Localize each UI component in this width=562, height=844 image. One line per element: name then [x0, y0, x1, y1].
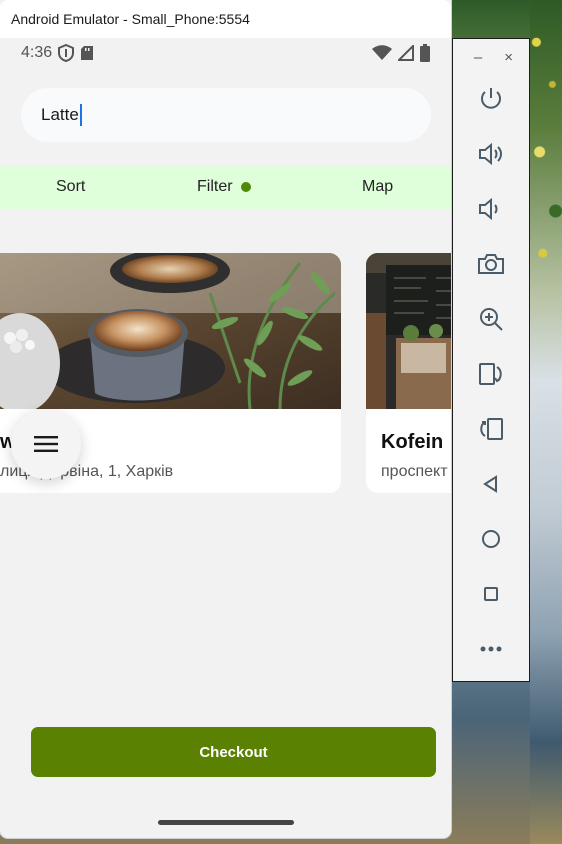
power-icon — [481, 88, 501, 109]
battery-icon — [420, 44, 430, 62]
checkout-button[interactable]: Checkout — [31, 727, 436, 777]
sort-filter-toolbar: Sort Filter Map — [0, 165, 451, 209]
sd-card-icon — [81, 46, 94, 60]
hamburger-menu-icon — [34, 436, 58, 452]
home-button[interactable] — [471, 519, 511, 559]
shield-icon — [58, 44, 75, 62]
volume-up-icon — [479, 142, 502, 166]
zoom-button[interactable] — [471, 299, 511, 339]
emulator-controls-panel: – × — [452, 38, 530, 682]
map-label: Map — [362, 178, 394, 195]
back-icon — [483, 475, 497, 493]
back-button[interactable] — [471, 464, 511, 504]
screenshot-button[interactable] — [471, 244, 511, 284]
cafe-photo — [366, 253, 451, 409]
rotate-left-button[interactable] — [471, 354, 511, 394]
volume-down-button[interactable] — [471, 189, 511, 229]
cafe-photo — [0, 253, 341, 409]
overview-icon — [484, 587, 498, 601]
zoom-icon — [480, 308, 503, 331]
rotate-right-icon — [480, 418, 503, 440]
map-button[interactable]: Map — [362, 178, 393, 196]
filter-button[interactable]: Filter — [197, 178, 251, 196]
volume-up-button[interactable] — [471, 134, 511, 174]
window-titlebar[interactable]: Android Emulator - Small_Phone:5554 — [0, 0, 451, 38]
window-title: Android Emulator - Small_Phone:5554 — [11, 11, 250, 27]
search-input-value: Latte — [41, 105, 79, 124]
android-status-bar: 4:36 — [0, 38, 451, 68]
cafe-card-title: Kofein — [381, 431, 444, 453]
more-button[interactable] — [471, 629, 511, 669]
minimize-button[interactable]: – — [474, 49, 482, 66]
wifi-icon — [372, 45, 392, 60]
filter-label: Filter — [197, 178, 233, 195]
camera-icon — [478, 254, 504, 274]
home-icon — [482, 530, 500, 548]
status-time: 4:36 — [21, 44, 53, 61]
menu-button[interactable] — [11, 409, 81, 479]
emulator-window: Android Emulator - Small_Phone:5554 4:36 — [0, 0, 451, 838]
cafe-card[interactable]: Kofein проспект — [366, 253, 451, 493]
desktop-wallpaper — [530, 0, 562, 844]
cafe-card-address: проспект — [381, 463, 448, 480]
signal-icon — [398, 45, 414, 61]
volume-down-icon — [479, 197, 498, 221]
power-button[interactable] — [471, 79, 511, 119]
sort-label: Sort — [56, 178, 86, 195]
close-button[interactable]: × — [504, 49, 513, 66]
overview-button[interactable] — [471, 574, 511, 614]
gesture-nav-handle[interactable] — [158, 820, 294, 825]
more-icon — [480, 646, 502, 652]
text-caret — [79, 104, 82, 126]
sort-button[interactable]: Sort — [56, 178, 85, 196]
rotate-right-button[interactable] — [471, 409, 511, 449]
search-input[interactable]: Latte — [21, 88, 431, 142]
filter-active-dot — [240, 182, 251, 192]
rotate-left-icon — [479, 363, 502, 385]
